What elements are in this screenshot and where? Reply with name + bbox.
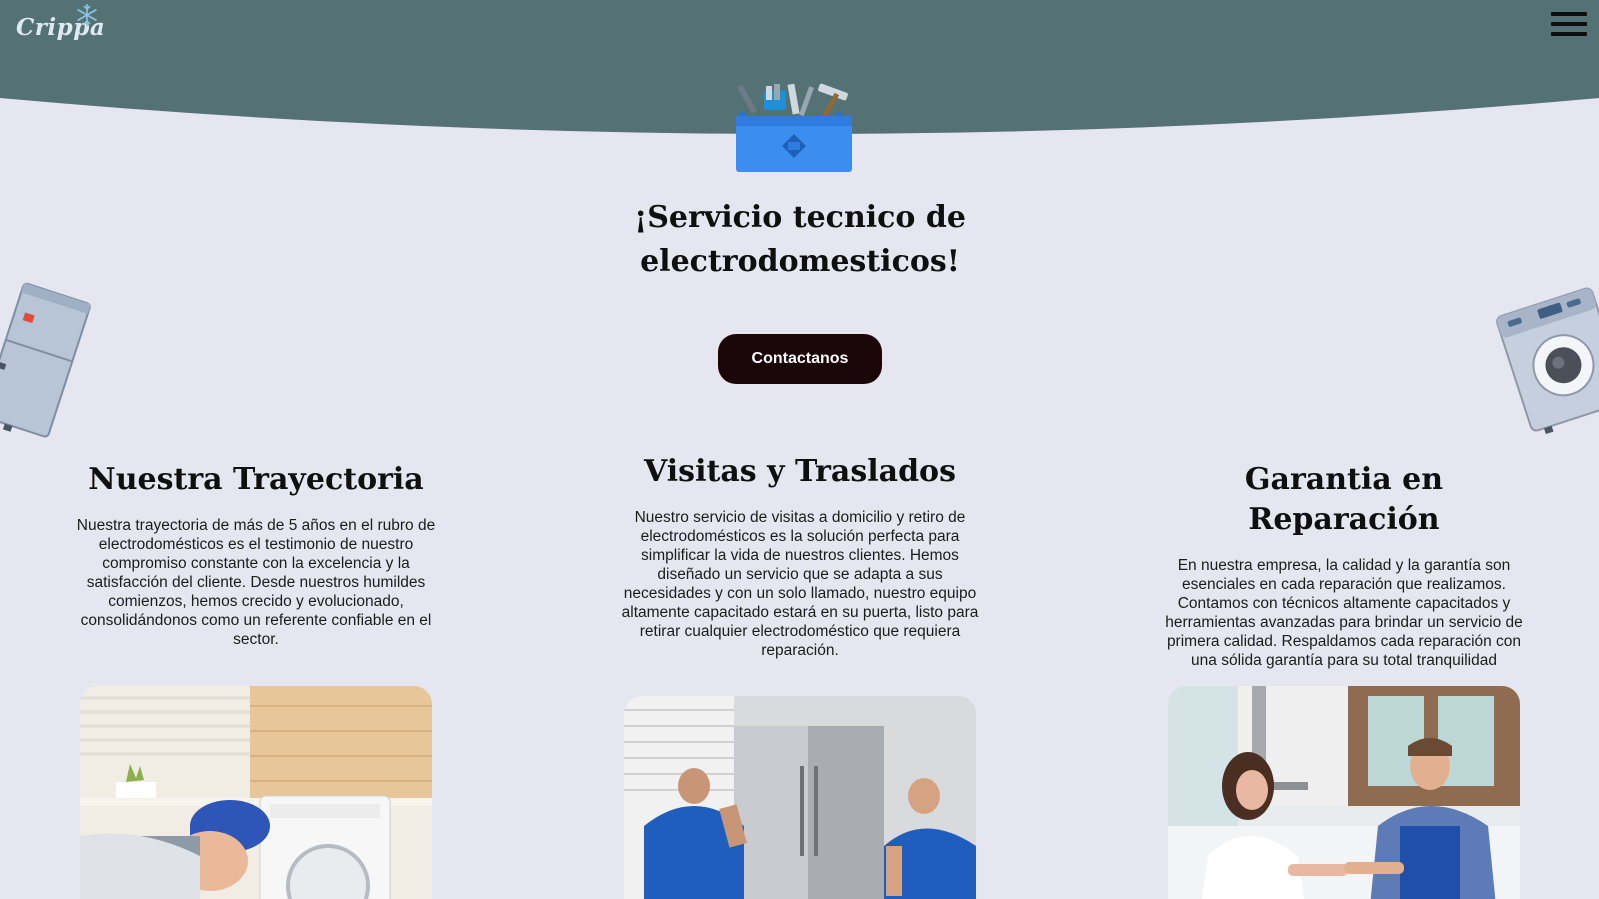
feature-garantia: Garantia en Reparación En nuestra empres… [1164, 460, 1524, 670]
contact-button[interactable]: Contactanos [718, 334, 882, 384]
feature-title: Nuestra Trayectoria [88, 462, 424, 497]
hero-title: ¡Servicio tecnico de electrodomesticos! [634, 200, 966, 279]
technician-handshake-customer-photo [1168, 686, 1520, 899]
feature-text: Nuestro servicio de visitas a domicilio … [621, 509, 979, 659]
refrigerator-illustration [0, 282, 91, 438]
feature-visitas: Visitas y Traslados Nuestro servicio de … [620, 452, 980, 660]
page: Crippa ¡Servicio tecnico de electrodomes… [0, 0, 1599, 899]
technician-repairing-washing-machine-photo [80, 686, 432, 899]
technicians-moving-refrigerator-photo [624, 696, 976, 899]
snowflake-icon [77, 4, 97, 26]
feature-text: Nuestra trayectoria de más de 5 años en … [76, 517, 436, 648]
washing-machine-illustration [1496, 287, 1599, 435]
feature-title: Visitas y Traslados [644, 454, 956, 489]
feature-trayectoria: Nuestra Trayectoria Nuestra trayectoria … [76, 460, 436, 649]
feature-title: Garantia en Reparación [1244, 462, 1444, 537]
brand-logo[interactable]: Crippa [14, 2, 106, 44]
toolbox-icon [736, 83, 852, 172]
hamburger-menu-icon[interactable] [1551, 12, 1589, 40]
feature-text: En nuestra empresa, la calidad y la gara… [1165, 557, 1523, 669]
